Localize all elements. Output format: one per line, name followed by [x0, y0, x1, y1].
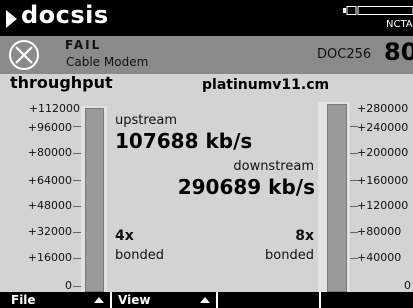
device-id: DOC256 — [317, 47, 372, 62]
header-indicator: NCTA — [386, 19, 413, 30]
file-menu-label: File — [11, 293, 36, 307]
fail-x-icon — [9, 40, 39, 70]
downstream-label: downstream — [233, 159, 314, 174]
menu-up-arrow-icon — [94, 297, 104, 303]
scale-tick: +80000 — [27, 146, 72, 159]
scale-tick: +32000 — [27, 225, 72, 238]
file-menu[interactable]: File — [0, 292, 110, 308]
test-result: FAIL — [65, 38, 102, 52]
scale-tick: +200000 — [357, 146, 409, 159]
upstream-level-bar — [85, 108, 104, 292]
scale-tick: +16000 — [27, 251, 72, 264]
downstream-scale: +280000 +240000 +200000 +160000 +120000 … — [355, 100, 413, 292]
downstream-value: 290689 kb/s — [177, 175, 315, 199]
scale-tick: +240000 — [357, 121, 409, 134]
server-name: platinumv11.cm — [202, 77, 330, 93]
app-title: docsis — [21, 1, 109, 29]
upstream-label: upstream — [115, 113, 178, 128]
scale-tick: +64000 — [27, 174, 72, 187]
softkey-3[interactable] — [218, 292, 319, 308]
scale-tick: +40000 — [357, 251, 402, 264]
scale-line — [73, 126, 81, 127]
expand-arrow-icon[interactable] — [6, 10, 17, 28]
scale-tick: 0 — [404, 279, 411, 292]
view-menu-label: View — [118, 293, 151, 307]
scale-line — [73, 153, 81, 154]
scale-tick: +112000 — [28, 102, 80, 115]
downstream-bonded-count: 8x — [295, 228, 314, 244]
scale-tick: +280000 — [357, 102, 409, 115]
device-number: 80 — [384, 38, 413, 66]
scale-line — [73, 206, 81, 207]
upstream-bonded-label: bonded — [115, 248, 164, 263]
scale-line — [73, 232, 81, 233]
scale-tick: +96000 — [27, 121, 72, 134]
scale-line — [73, 286, 81, 287]
scale-tick: +80000 — [357, 225, 402, 238]
downstream-bonded-label: bonded — [265, 248, 314, 263]
view-menu[interactable]: View — [112, 292, 216, 308]
scale-tick: +120000 — [357, 199, 409, 212]
scale-tick: +160000 — [357, 174, 409, 187]
softkey-4[interactable] — [321, 292, 413, 308]
downstream-level-bar — [327, 104, 347, 292]
battery-icon — [343, 6, 413, 15]
upstream-value: 107688 kb/s — [115, 129, 253, 153]
scale-line — [73, 258, 81, 259]
scale-tick: 0 — [65, 279, 72, 292]
scale-line — [73, 180, 81, 181]
device-type: Cable Modem — [66, 55, 149, 69]
menu-up-arrow-icon — [200, 297, 210, 303]
section-heading: throughput — [10, 73, 113, 92]
scale-tick: +48000 — [27, 199, 72, 212]
upstream-bonded-count: 4x — [115, 228, 134, 244]
upstream-scale: +112000 +96000 +80000 +64000 +48000 +320… — [0, 100, 80, 292]
